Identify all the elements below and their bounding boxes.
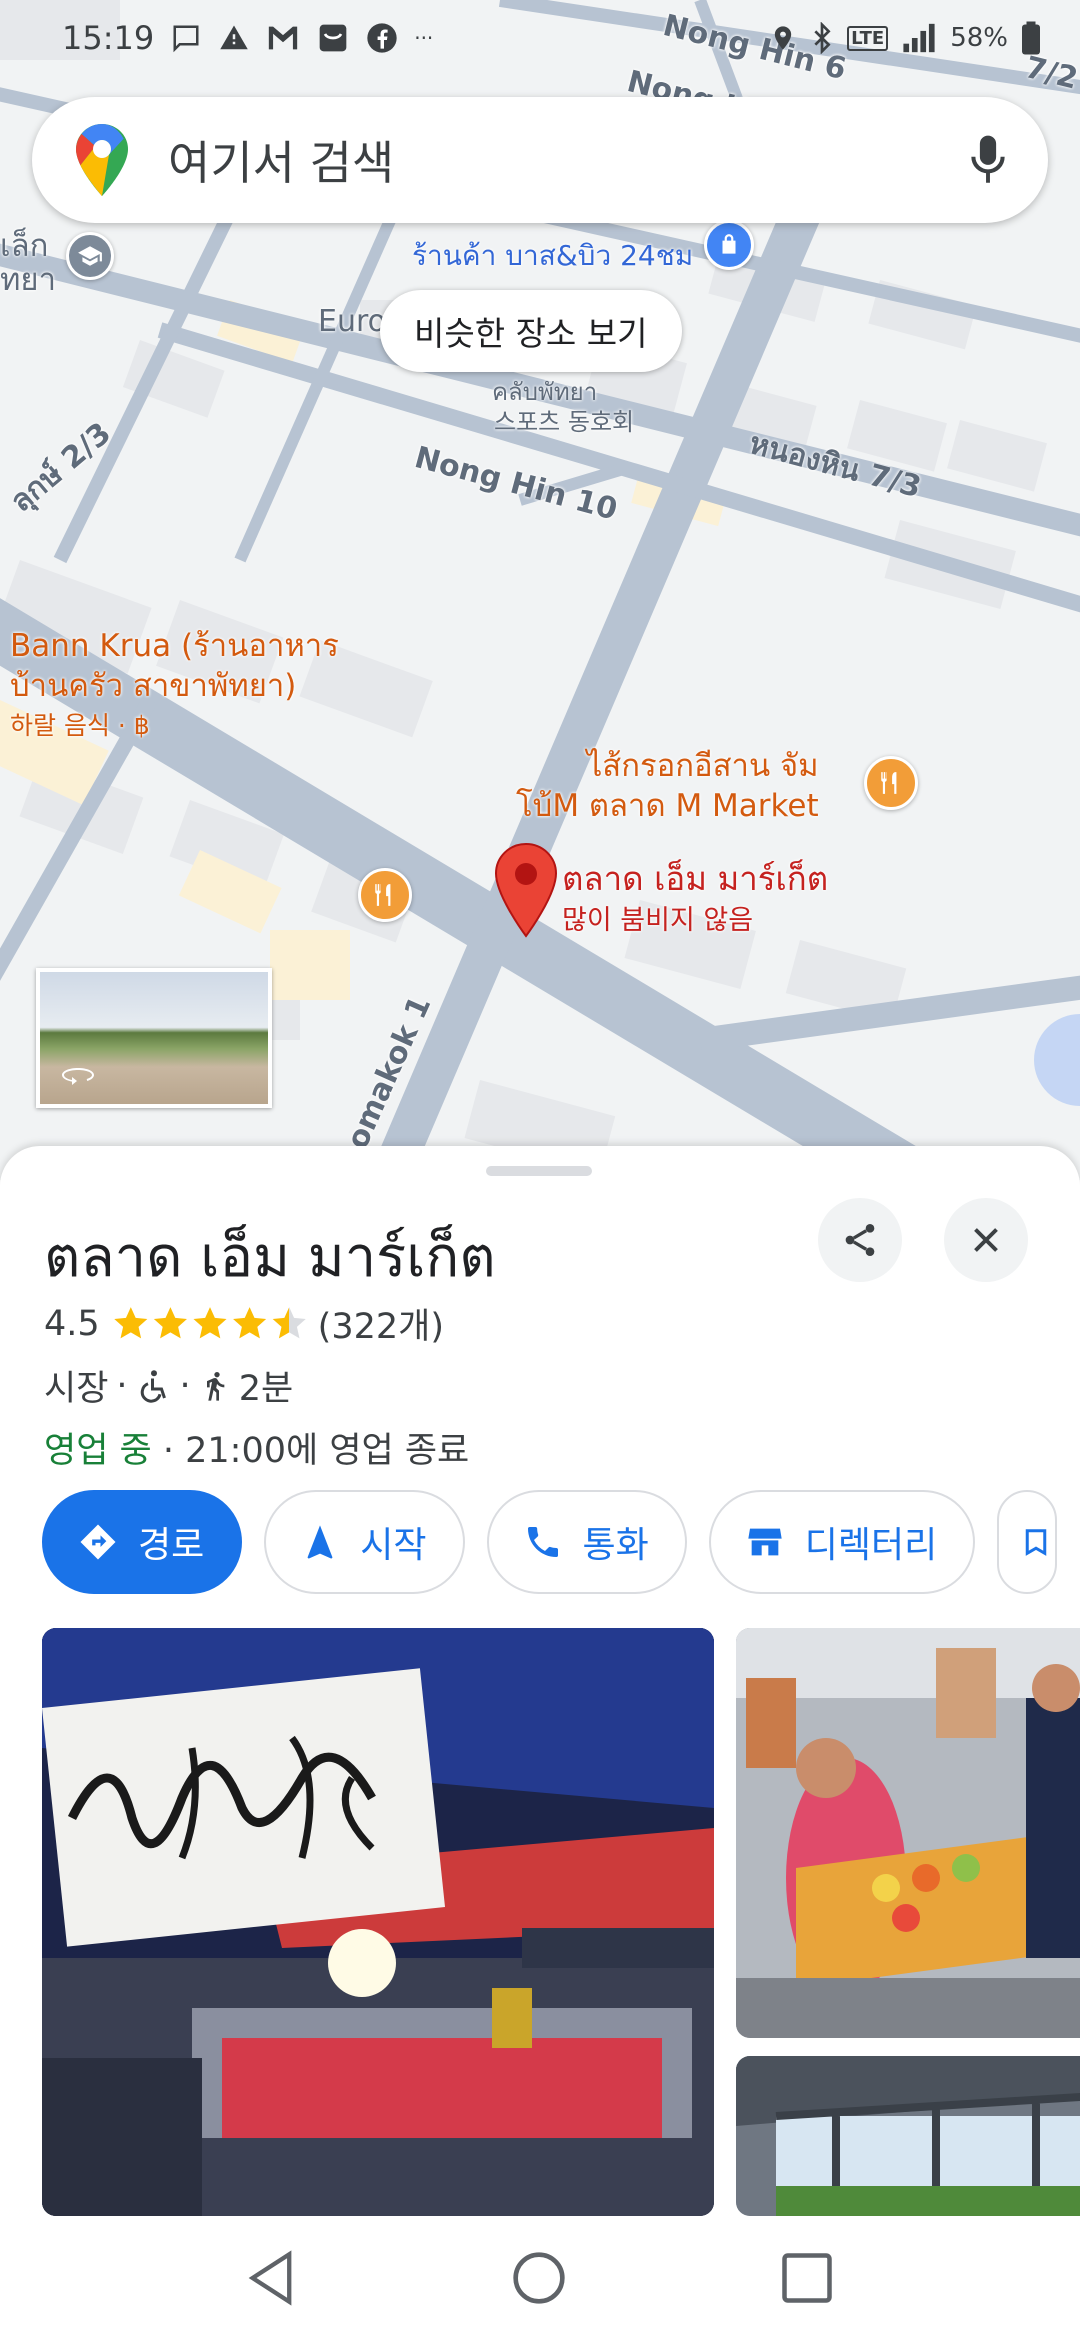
share-button[interactable]: [818, 1198, 902, 1282]
photo-main[interactable]: [42, 1628, 714, 2216]
network-type: LTE: [847, 25, 889, 51]
fruit-stall-image: [736, 1628, 1080, 2038]
directory-button[interactable]: 디렉터리: [708, 1490, 976, 1594]
restaurant-pin-icon[interactable]: [864, 756, 918, 810]
open-status: 영업 중: [44, 1431, 152, 1471]
separator: ·: [116, 1365, 128, 1406]
call-label: 통화: [582, 1525, 649, 1566]
battery-icon: [1022, 21, 1040, 55]
drag-handle[interactable]: [486, 1166, 592, 1176]
back-icon[interactable]: [246, 2250, 298, 2306]
search-bar[interactable]: 여기서 검색: [32, 97, 1048, 223]
close-button[interactable]: [944, 1198, 1028, 1282]
battery-percent: 58%: [950, 23, 1008, 53]
info-row: 시장 · · 2분: [44, 1360, 293, 1411]
status-overflow: ···: [414, 26, 434, 50]
selected-place-marker-icon[interactable]: [492, 842, 560, 942]
photo-fruit-stall[interactable]: [736, 1628, 1080, 2038]
rotate-360-icon: [62, 1068, 94, 1085]
save-icon: [1025, 1529, 1047, 1556]
status-bar: 15:19 ··· LTE 58%: [0, 0, 1080, 76]
similar-places-chip[interactable]: 비슷한 장소 보기: [380, 290, 682, 372]
inbox-icon: [319, 24, 347, 52]
call-button[interactable]: 통화: [486, 1490, 687, 1594]
search-input[interactable]: 여기서 검색: [168, 127, 968, 193]
rating-stars: [112, 1305, 310, 1343]
location-status-icon: [774, 26, 792, 50]
directions-button[interactable]: 경로: [42, 1490, 243, 1594]
review-count[interactable]: (322개): [318, 1298, 444, 1349]
storefront-icon: [748, 1528, 782, 1556]
navigation-bar: [0, 2216, 1080, 2340]
restaurant-pin-icon[interactable]: [358, 868, 412, 922]
close-icon: [974, 1228, 998, 1252]
rating-value: 4.5: [44, 1303, 100, 1344]
navigation-arrow-icon: [307, 1525, 333, 1559]
rating-row[interactable]: 4.5 (322개): [44, 1298, 444, 1349]
warning-icon: [220, 25, 248, 50]
photo-gallery[interactable]: [42, 1628, 1080, 2216]
share-icon: [845, 1224, 875, 1256]
market-photo-image: [42, 1628, 714, 2216]
star-icons: [113, 1306, 306, 1338]
directions-label: 경로: [138, 1525, 205, 1566]
school-pin-icon[interactable]: [66, 232, 114, 280]
recents-icon[interactable]: [780, 2251, 834, 2305]
market-roof-image: [736, 2056, 1080, 2216]
more-actions-button[interactable]: [997, 1490, 1058, 1594]
place-label-club-korean[interactable]: 스포츠 동호회: [494, 402, 634, 437]
action-buttons: 경로 시작 통화 디렉터리: [42, 1490, 1058, 1594]
microphone-icon[interactable]: [968, 134, 1008, 186]
place-label-bann-krua[interactable]: Bann Krua (ร้านอาหาร บ้านครัว สาขาพัทยา)…: [10, 626, 339, 746]
walking-icon: [206, 1371, 225, 1401]
selected-place-label[interactable]: ตลาด เอ็ม มาร์เก็ต 많이 붐비지 않음: [562, 858, 828, 942]
closing-time: · 21:00에 영업 종료: [162, 1431, 470, 1471]
walk-time: 2분: [238, 1369, 294, 1409]
facebook-icon: [367, 23, 397, 53]
place-label-left-cut[interactable]: เล็ก ทยา: [0, 226, 56, 300]
gmail-icon: [269, 26, 298, 50]
start-label: 시작: [360, 1525, 427, 1566]
home-icon[interactable]: [511, 2250, 567, 2306]
shopping-pin-icon[interactable]: [704, 220, 754, 270]
photo-market-roof[interactable]: [736, 2056, 1080, 2216]
place-sheet[interactable]: ตลาด เอ็ม มาร์เก็ต 4.5 (322개) 시장 · · 2분 …: [0, 1146, 1080, 2216]
place-title: ตลาด เอ็ม มาร์เก็ต: [44, 1225, 496, 1290]
status-time: 15:19: [62, 19, 155, 57]
place-category: 시장: [44, 1369, 109, 1409]
directory-label: 디렉터리: [804, 1525, 938, 1566]
message-icon: [173, 25, 199, 53]
signal-icon: [903, 23, 935, 53]
start-button[interactable]: 시작: [264, 1490, 465, 1594]
place-label-euro[interactable]: Euro: [318, 304, 386, 339]
separator: ·: [179, 1365, 191, 1406]
bluetooth-icon: [814, 22, 831, 54]
directions-icon: [80, 1524, 116, 1560]
google-maps-logo-icon: [76, 124, 128, 196]
wheelchair-icon: [140, 1369, 166, 1403]
street-view-thumbnail[interactable]: [36, 968, 272, 1108]
phone-icon: [527, 1527, 558, 1557]
hours-row[interactable]: 영업 중 · 21:00에 영업 종료: [44, 1422, 469, 1473]
place-label-shop-24[interactable]: ร้านค้า บาส&บิว 24ชม: [412, 234, 693, 278]
place-label-sausage-market[interactable]: ไส้กรอกอีสาน จัม โบ้M ตลาด M Market: [516, 746, 819, 826]
